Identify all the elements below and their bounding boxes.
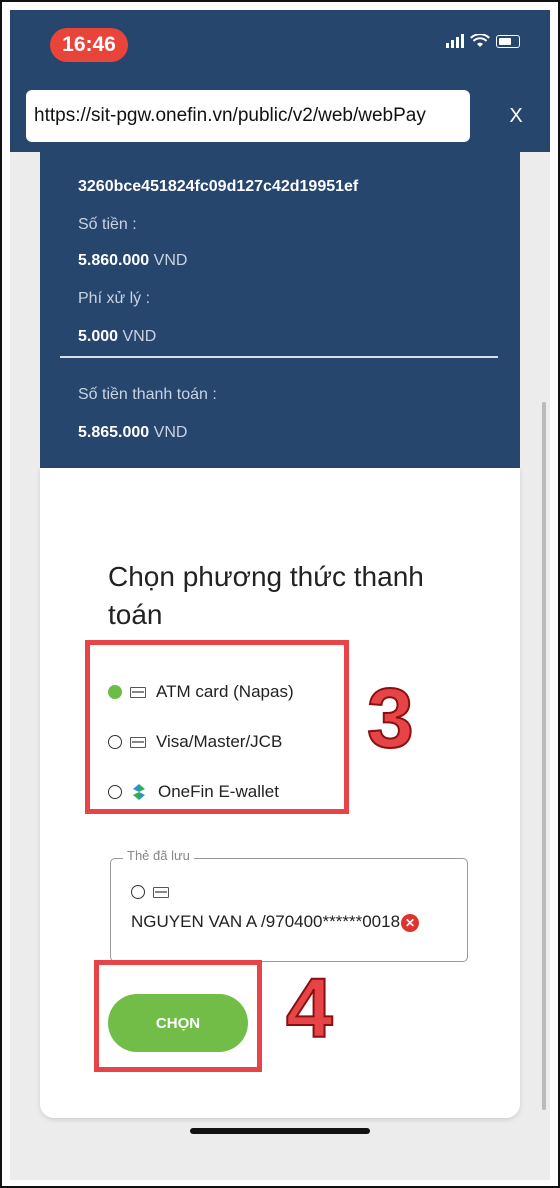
amount-label: Số tiền : xyxy=(78,216,137,233)
summary-divider xyxy=(60,356,498,358)
payment-summary-panel: 3260bce451824fc09d127c42d19951ef Số tiền… xyxy=(40,152,520,468)
fee-currency: VND xyxy=(122,328,157,345)
radio-unchecked-icon[interactable] xyxy=(131,885,145,899)
status-time: 16:46 xyxy=(50,28,128,62)
home-indicator[interactable] xyxy=(190,1128,370,1134)
credit-card-icon xyxy=(153,887,169,898)
phone-screen: 16:46 https://sit-pgw.onefin.vn/public/v… xyxy=(10,10,550,1180)
scrollbar[interactable] xyxy=(542,402,546,1110)
fee-label: Phí xử lý : xyxy=(78,290,151,307)
remove-card-icon[interactable]: ✕ xyxy=(401,913,420,932)
saved-card-text: NGUYEN VAN A /970400******0018 xyxy=(131,912,401,931)
amount-currency: VND xyxy=(153,252,188,269)
signal-icon xyxy=(446,34,464,48)
total-currency: VND xyxy=(153,424,188,441)
amount-value: 5.860.000 xyxy=(78,252,150,269)
annotation-step-3: 3 xyxy=(366,670,415,766)
saved-cards-legend: Thẻ đã lưu xyxy=(123,848,194,863)
total-row: 5.865.000 VND xyxy=(78,424,187,442)
amount-row: 5.860.000 VND xyxy=(78,252,187,270)
fee-row: 5.000 VND xyxy=(78,328,156,346)
annotation-box-3 xyxy=(85,640,349,814)
total-label: Số tiền thanh toán : xyxy=(78,386,217,403)
total-value: 5.865.000 xyxy=(78,424,150,441)
saved-cards-group: Thẻ đã lưu NGUYEN VAN A /970400******001… xyxy=(110,848,468,962)
annotation-box-4 xyxy=(94,960,262,1072)
order-id: 3260bce451824fc09d127c42d19951ef xyxy=(78,178,359,195)
wifi-icon xyxy=(470,34,490,47)
battery-icon xyxy=(496,34,520,48)
payment-method-title: Chọn phương thức thanh toán xyxy=(108,561,424,630)
url-bar[interactable]: https://sit-pgw.onefin.vn/public/v2/web/… xyxy=(26,90,470,142)
fee-value: 5.000 xyxy=(78,328,119,345)
saved-card-entry[interactable]: NGUYEN VAN A /970400******0018 ✕ xyxy=(131,912,420,932)
status-icons xyxy=(446,34,520,48)
close-button[interactable]: X xyxy=(504,98,528,134)
status-and-url-bar: 16:46 https://sit-pgw.onefin.vn/public/v… xyxy=(10,10,550,152)
annotation-step-4: 4 xyxy=(285,960,334,1056)
